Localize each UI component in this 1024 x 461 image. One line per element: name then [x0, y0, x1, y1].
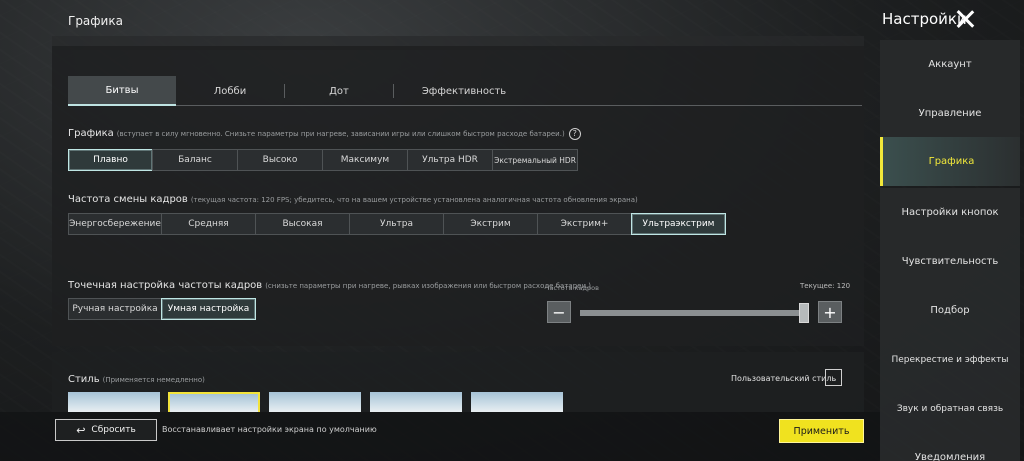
fps-option-extreme-plus[interactable]: Экстрим+ [537, 213, 632, 235]
page-title: Графика [68, 14, 123, 28]
fps-option-ultra-extreme[interactable]: Ультраэкстрим [631, 213, 726, 235]
tab-bar: Битвы Лобби Дот Эффективность [68, 76, 862, 106]
frame-rate-heading: Частота смены кадров (текущая частота: 12… [68, 194, 638, 205]
fine-tune-mode-selector: Ручная настройка Умная настройка [68, 298, 256, 320]
slider-handle[interactable] [799, 303, 809, 323]
manual-tuning-option[interactable]: Ручная настройка [68, 298, 162, 320]
style-thumbnail[interactable] [68, 392, 160, 412]
frame-rate-note: (текущая частота: 120 FPS; убедитесь, чт… [190, 196, 638, 204]
graphics-option-high[interactable]: Высоко [237, 149, 323, 171]
reset-description: Восстанавливает настройки экрана по умол… [162, 425, 377, 434]
graphics-option-balance[interactable]: Баланс [152, 149, 238, 171]
graphics-quality-label: Графика [68, 128, 114, 139]
apply-button[interactable]: Применить [779, 419, 864, 443]
graphics-option-smooth[interactable]: Плавно [68, 149, 153, 171]
settings-sidebar: Аккаунт Управление Графика Настройки кно… [880, 38, 1024, 461]
tab-dot[interactable]: Дот [285, 76, 393, 106]
reset-button[interactable]: ↩ Сбросить [55, 419, 157, 441]
style-heading: Стиль (Применяется немедленно) [68, 374, 205, 385]
help-icon[interactable]: ? [568, 128, 581, 140]
style-thumbnail[interactable] [471, 392, 563, 412]
decrease-button[interactable]: − [547, 301, 571, 323]
user-style-checkbox[interactable] [825, 369, 842, 386]
graphics-option-ultra-hdr[interactable]: Ультра HDR [407, 149, 493, 171]
graphics-quality-note: (вступает в силу мгновенно. Снизьте пара… [116, 130, 565, 138]
sidebar-item-graphics[interactable]: Графика [880, 137, 1020, 186]
fps-option-power-saving[interactable]: Энергосбережение [68, 213, 162, 235]
style-note: (Применяется немедленно) [102, 376, 205, 384]
sidebar-item-notifications[interactable]: Уведомления [880, 433, 1020, 461]
reset-label: Сбросить [91, 425, 136, 435]
graphics-quality-heading: Графика (вступает в силу мгновенно. Снизь… [68, 128, 581, 140]
style-thumbnail[interactable] [269, 392, 361, 412]
frame-rate-label: Частота смены кадров [68, 194, 188, 205]
close-icon[interactable] [954, 8, 976, 30]
graphics-option-extreme-hdr[interactable]: Экстремальный HDR [492, 149, 578, 171]
sidebar-item-button-settings[interactable]: Настройки кнопок [880, 188, 1020, 237]
sidebar-item-sound-feedback[interactable]: Звук и обратная связь [880, 384, 1020, 433]
style-thumbnail[interactable] [370, 392, 462, 412]
style-label: Стиль [68, 374, 100, 385]
tab-efficiency[interactable]: Эффективность [394, 76, 534, 106]
undo-arrow-icon: ↩ [76, 423, 86, 437]
sidebar-item-controls[interactable]: Управление [880, 89, 1020, 138]
frame-rate-slider[interactable] [580, 310, 806, 316]
fps-option-medium[interactable]: Средняя [161, 213, 256, 235]
graphics-quality-selector: Плавно Баланс Высоко Максимум Ультра HDR… [68, 149, 578, 171]
frame-rate-current-value: Текущее: 120 [800, 282, 851, 290]
user-style-label: Пользовательский стиль [731, 374, 837, 383]
fine-tune-note: (снизьте параметры при нагреве, рывках и… [265, 282, 591, 290]
tab-lobby[interactable]: Лобби [176, 76, 284, 106]
style-thumbnail-selected[interactable] [168, 392, 260, 412]
graphics-option-max[interactable]: Максимум [322, 149, 408, 171]
fine-tune-heading: Точечная настройка частоты кадров (снизьт… [68, 280, 591, 291]
sidebar-item-sensitivity[interactable]: Чувствительность [880, 237, 1020, 286]
fps-option-high[interactable]: Высокая [255, 213, 350, 235]
increase-button[interactable]: + [818, 301, 842, 323]
tab-battles[interactable]: Битвы [68, 76, 176, 106]
fps-option-extreme[interactable]: Экстрим [443, 213, 538, 235]
frame-rate-slider-label: Частота кадров [545, 284, 599, 292]
sidebar-item-account[interactable]: Аккаунт [880, 40, 1020, 89]
smart-tuning-option[interactable]: Умная настройка [161, 298, 256, 320]
sidebar-item-matchmaking[interactable]: Подбор [880, 286, 1020, 335]
sidebar-item-crosshair-effects[interactable]: Перекрестие и эффекты [880, 335, 1020, 384]
frame-rate-selector: Энергосбережение Средняя Высокая Ультра … [68, 213, 726, 235]
fps-option-ultra[interactable]: Ультра [349, 213, 444, 235]
fine-tune-label: Точечная настройка частоты кадров [68, 280, 263, 291]
